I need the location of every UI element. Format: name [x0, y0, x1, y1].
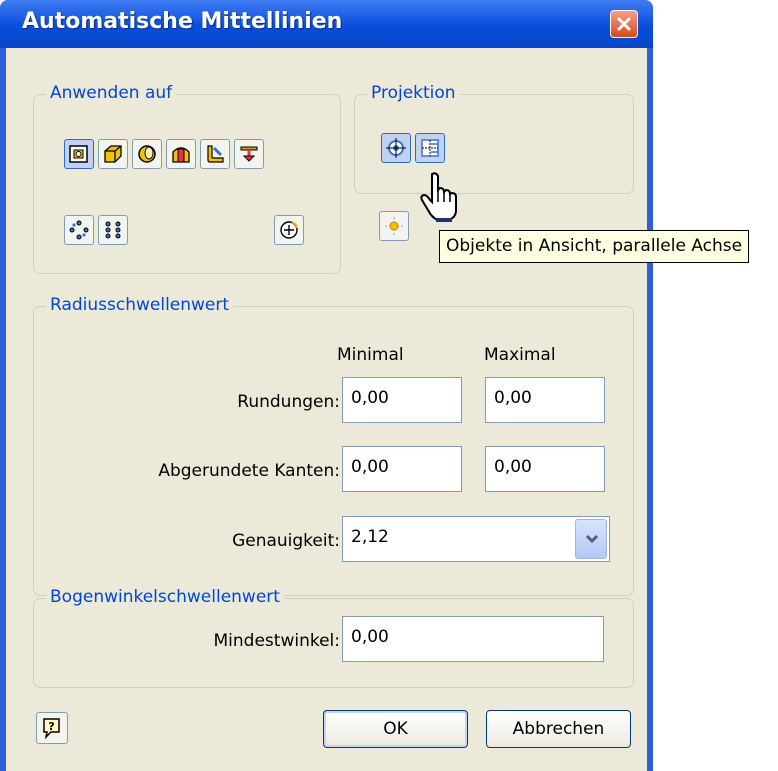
window-title: Automatische Mittellinien: [22, 9, 343, 34]
apply-cylinder-button[interactable]: [132, 139, 162, 169]
genauigkeit-value: 2,12: [351, 527, 389, 547]
apply-views-button[interactable]: [64, 139, 94, 169]
maximal-column-header: Maximal: [484, 345, 556, 365]
abgerundete-kanten-min-field[interactable]: 0,00: [342, 446, 462, 492]
svg-text:?: ?: [48, 720, 54, 733]
center-point-icon: [385, 217, 403, 235]
genauigkeit-dropdown[interactable]: 2,12: [342, 516, 610, 562]
dropdown-arrow-button[interactable]: [575, 519, 607, 559]
chevron-down-icon: [585, 534, 599, 544]
view-icon: [69, 145, 88, 163]
apply-sheetmetal-button[interactable]: [200, 139, 230, 169]
projection-group: Projektion: [354, 83, 634, 194]
tooltip: Objekte in Ansicht, parallele Achse: [439, 230, 750, 263]
radius-threshold-group: Radiusschwellenwert Minimal Maximal Rund…: [33, 295, 634, 596]
circular-pattern-icon: [69, 220, 89, 240]
minimal-column-header: Minimal: [337, 345, 404, 365]
rundungen-min-field[interactable]: 0,00: [342, 377, 462, 423]
rundungen-label: Rundungen:: [237, 392, 340, 412]
mindestwinkel-field[interactable]: 0,00: [342, 616, 604, 662]
apply-pattern-button[interactable]: [234, 139, 264, 169]
apply-to-group: Anwenden auf: [33, 83, 341, 274]
genauigkeit-label: Genauigkeit:: [232, 531, 340, 551]
abgerundete-kanten-label: Abgerundete Kanten:: [158, 461, 340, 481]
projection-axis-parallel-button[interactable]: [415, 133, 445, 163]
center-mark-button[interactable]: [274, 215, 304, 245]
rectangular-pattern-icon: [105, 221, 121, 239]
arc-angle-threshold-label: Bogenwinkelschwellenwert: [46, 587, 284, 607]
sheetmetal-icon: [207, 145, 224, 163]
close-button[interactable]: [610, 10, 638, 38]
mindestwinkel-label: Mindestwinkel:: [213, 631, 341, 651]
hand-cursor-icon: [420, 172, 457, 222]
projection-axis-normal-button[interactable]: [381, 133, 411, 163]
center-point-button[interactable]: [379, 211, 409, 241]
dialog-body: Anwenden auf Projektion Radiusschwellenw…: [6, 48, 647, 771]
apply-features-button[interactable]: [98, 139, 128, 169]
rundungen-max-field[interactable]: 0,00: [485, 377, 605, 423]
parallel-axis-icon: [421, 139, 439, 157]
hole-pattern-icon: [240, 146, 258, 162]
ok-button[interactable]: OK: [323, 710, 468, 748]
revolve-icon: [172, 147, 190, 163]
center-mark-icon: [280, 221, 298, 239]
title-bar[interactable]: Automatische Mittellinien: [0, 0, 653, 48]
apply-to-label: Anwenden auf: [46, 83, 177, 103]
projection-label: Projektion: [367, 83, 460, 103]
apply-revolution-button[interactable]: [166, 139, 196, 169]
cylinder-icon: [138, 145, 156, 163]
radius-threshold-label: Radiusschwellenwert: [46, 295, 234, 315]
cube-icon: [104, 145, 122, 163]
help-button[interactable]: ?: [36, 712, 68, 744]
cancel-button[interactable]: Abbrechen: [486, 710, 631, 748]
help-icon: ?: [43, 718, 60, 740]
dialog-window: Automatische Mittellinien Anwenden auf P…: [0, 0, 653, 771]
circular-pattern-button[interactable]: [64, 215, 94, 245]
close-icon: [617, 17, 631, 31]
rectangular-pattern-button[interactable]: [98, 215, 128, 245]
target-icon: [386, 138, 406, 158]
abgerundete-kanten-max-field[interactable]: 0,00: [485, 446, 605, 492]
arc-angle-threshold-group: Bogenwinkelschwellenwert Mindestwinkel: …: [33, 587, 634, 688]
